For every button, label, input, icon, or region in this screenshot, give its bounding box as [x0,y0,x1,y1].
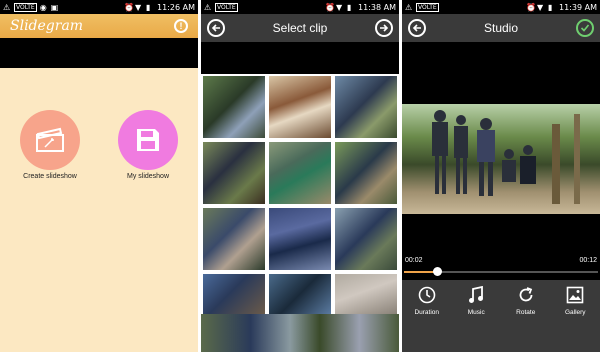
clip-thumbnail[interactable] [269,76,331,138]
duration-button[interactable]: Duration [402,280,452,352]
duration-label: Duration [414,309,440,316]
back-button[interactable] [207,19,225,37]
next-button[interactable] [375,19,393,37]
wifi-icon: ▼ [336,3,343,12]
music-label: Music [467,309,485,316]
rotate-button[interactable]: Rotate [501,280,551,352]
clapperboard-icon [36,127,64,152]
create-slideshow-label: Create slideshow [23,173,77,180]
clip-thumbnail[interactable] [203,142,265,204]
banner-area [0,38,198,68]
back-button[interactable] [408,19,426,37]
floppy-disk-icon [137,129,159,151]
rotate-icon [519,287,533,302]
clip-thumbnail[interactable] [335,76,397,138]
editor-toolbar: Duration Music Rotate Gallery [402,280,600,352]
page-title: Studio [483,21,519,35]
check-icon [580,24,590,32]
confirm-button[interactable] [576,19,594,37]
selected-clips-strip[interactable] [201,314,399,352]
wifi-icon: ▼ [537,3,544,12]
home-screen: ⚠ VOLTE ◉ ▣ ⏰ ▼ ▮ 11:26 AM Slidegram ! C… [0,0,198,352]
total-time: 00:12 [579,257,597,264]
clip-thumbnail[interactable] [269,142,331,204]
my-slideshow-label: My slideshow [126,173,169,180]
app-bar: Studio [402,14,600,42]
clip-thumbnail[interactable] [335,142,397,204]
clock-icon [418,286,436,304]
app-bar: Slidegram ! [0,14,198,38]
status-bar: ⚠ VOLTE ◉ ▣ ⏰ ▼ ▮ 11:26 AM [0,0,198,14]
seek-bar[interactable] [404,267,598,276]
battery-icon: ▮ [347,3,352,12]
clip-thumbnail[interactable] [269,274,331,314]
wifi-icon: ▼ [135,3,142,12]
music-note-icon [469,286,484,303]
clip-grid [201,74,399,352]
create-slideshow-button[interactable] [20,110,80,170]
battery-icon: ▮ [146,3,151,12]
warning-icon: ⚠ [405,3,413,12]
video-preview[interactable] [402,104,600,214]
arrow-right-icon [380,24,389,32]
volte-badge: VOLTE [14,2,37,12]
clip-thumbnail[interactable] [203,76,265,138]
clock-time: 11:38 AM [358,2,396,12]
status-bar: ⚠ VOLTE ⏰ ▼ ▮ 11:38 AM [201,0,399,14]
video-frame [432,110,580,204]
gallery-label: Gallery [564,309,586,316]
seek-bar-knob[interactable] [432,267,442,276]
lock-icon: ▣ [50,3,59,12]
app-bar: Select clip [201,14,399,42]
select-clip-screen: ⚠ VOLTE ⏰ ▼ ▮ 11:38 AM Select clip [201,0,399,352]
current-time: 00:02 [405,257,423,264]
clip-thumbnail[interactable] [203,274,265,314]
gallery-button[interactable]: Gallery [551,280,600,352]
clip-thumbnail[interactable] [269,208,331,270]
rotate-label: Rotate [516,309,536,316]
gallery-icon [566,286,584,304]
banner-area [201,42,399,74]
status-bar: ⚠ VOLTE ⏰ ▼ ▮ 11:39 AM [402,0,600,14]
my-slideshow-button[interactable] [118,110,178,170]
battery-icon: ▮ [548,3,553,12]
clip-thumbnail[interactable] [335,274,397,314]
music-button[interactable]: Music [452,280,502,352]
arrow-left-icon [211,24,220,32]
studio-screen: ⚠ VOLTE ⏰ ▼ ▮ 11:39 AM Studio 00:02 00:1… [402,0,600,352]
app-logo: Slidegram [10,18,84,34]
volte-badge: VOLTE [215,2,238,12]
alarm-icon: ⏰ [526,3,536,12]
clip-thumbnail[interactable] [203,208,265,270]
alarm-icon: ⏰ [124,3,134,12]
warning-icon: ⚠ [3,3,11,12]
clock-time: 11:26 AM [157,2,195,12]
alarm-icon: ⏰ [325,3,335,12]
clip-thumbnail[interactable] [335,208,397,270]
page-title: Select clip [272,21,328,35]
clock-time: 11:39 AM [559,2,597,12]
warning-icon: ⚠ [204,3,212,12]
whatsapp-icon: ◉ [39,3,47,12]
arrow-left-icon [412,24,421,32]
volte-badge: VOLTE [416,2,439,12]
info-icon[interactable]: ! [174,19,188,33]
